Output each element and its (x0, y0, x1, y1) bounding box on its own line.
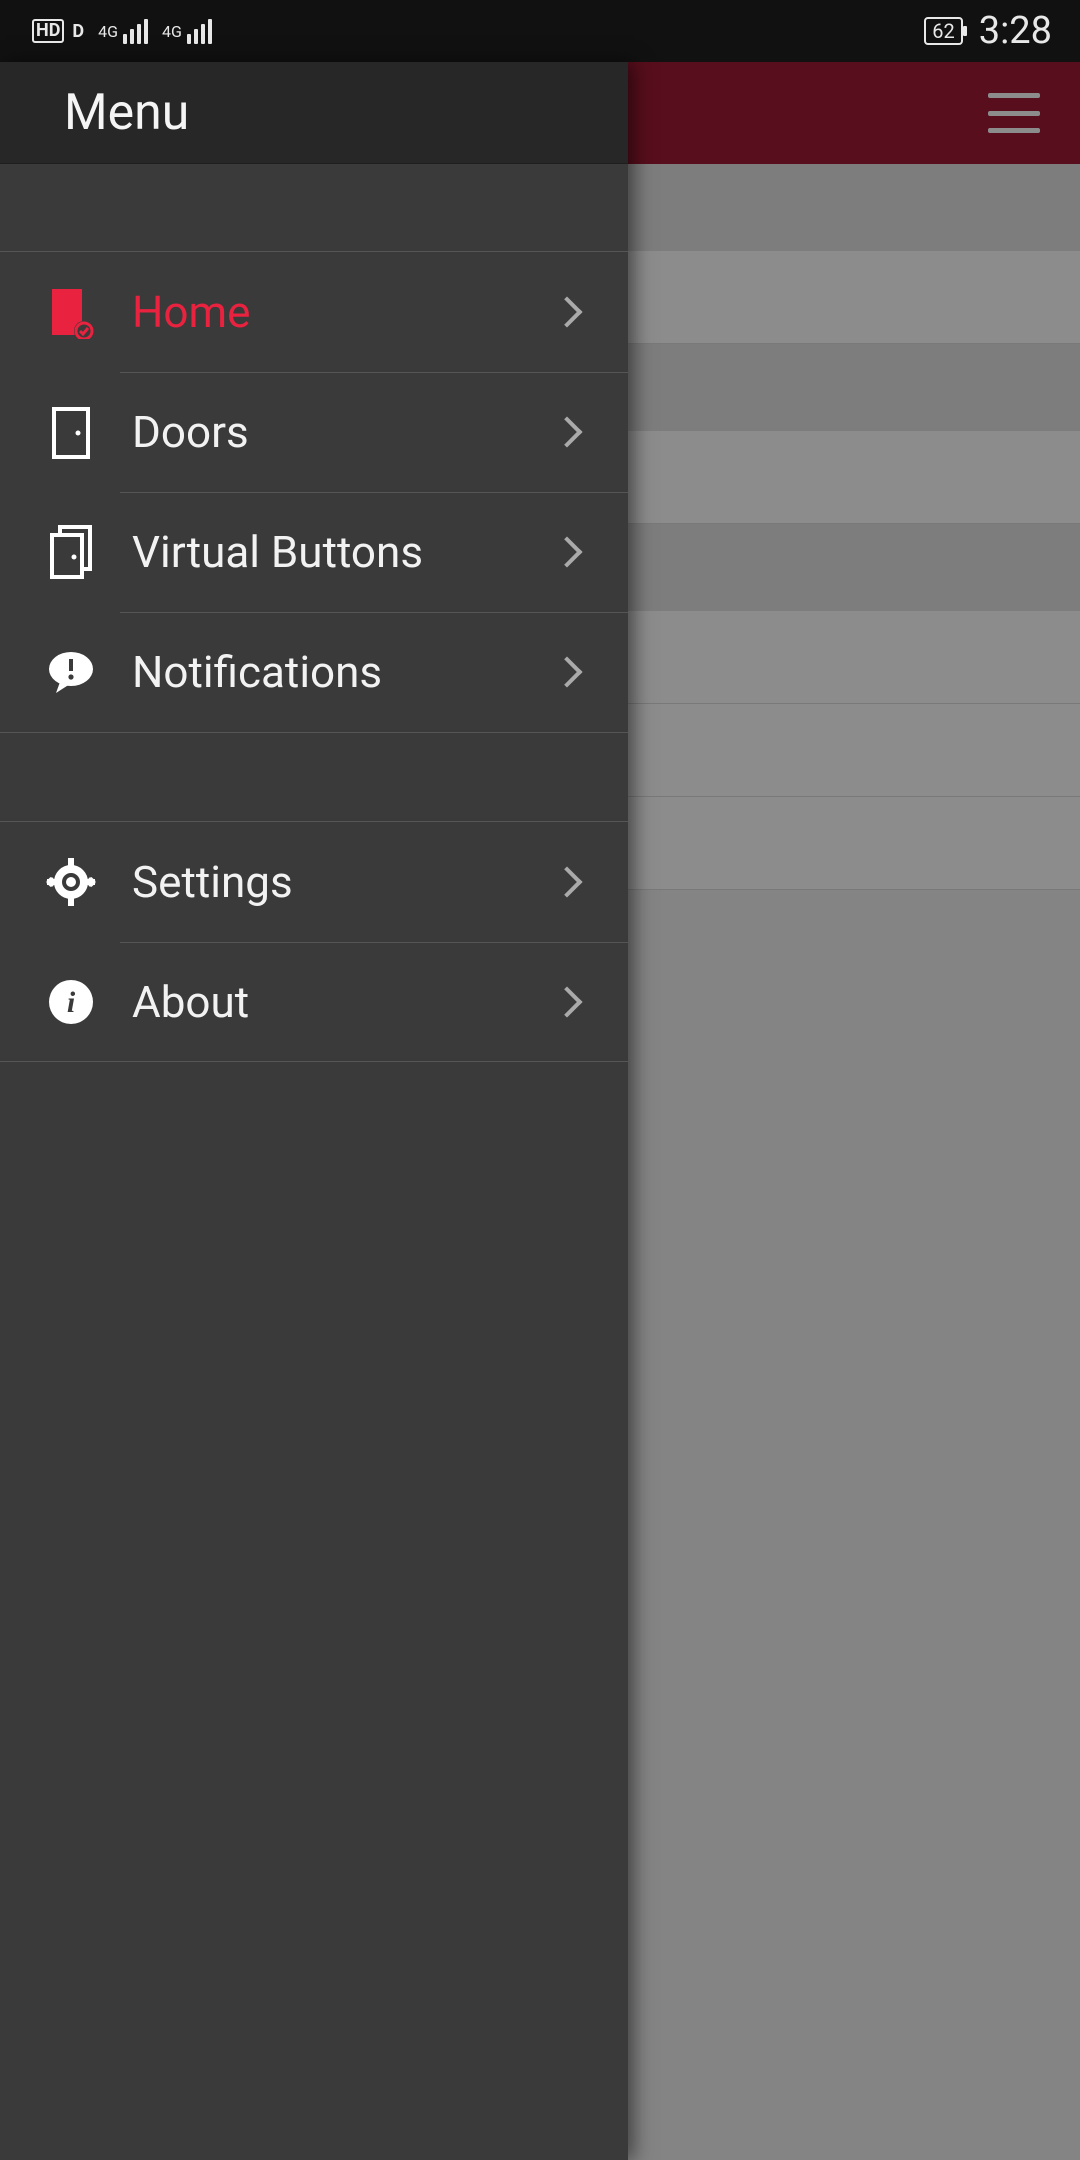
doors-stack-icon (44, 525, 98, 579)
drawer-divider (0, 732, 628, 822)
clock: 3:28 (979, 9, 1052, 53)
chevron-right-icon (551, 986, 582, 1017)
chevron-right-icon (551, 416, 582, 447)
status-right: 62 3:28 (924, 9, 1052, 53)
menu-item-notifications[interactable]: Notifications (0, 612, 628, 732)
menu-item-virtual-buttons[interactable]: Virtual Buttons (0, 492, 628, 612)
menu-label: Settings (132, 856, 556, 908)
signal-1-icon: 4G (98, 19, 148, 44)
menu-label: Home (132, 286, 556, 338)
chevron-right-icon (551, 656, 582, 687)
menu-item-doors[interactable]: Doors (0, 372, 628, 492)
menu-item-settings[interactable]: Settings (0, 822, 628, 942)
status-bar: HD D 4G 4G 62 3:28 (0, 0, 1080, 62)
menu-item-about[interactable]: i About (0, 942, 628, 1062)
door-icon (44, 405, 98, 459)
d-indicator: D (72, 21, 84, 42)
hd-indicator: HD (32, 19, 64, 43)
drawer-header: Menu (0, 62, 628, 164)
svg-text:i: i (67, 986, 76, 1019)
signal-2-icon: 4G (162, 19, 212, 44)
speech-alert-icon (44, 645, 98, 699)
menu-label: Virtual Buttons (132, 526, 556, 578)
drawer-title: Menu (64, 84, 189, 142)
menu-item-home[interactable]: Home (0, 252, 628, 372)
navigation-drawer: Menu Home Doors (0, 62, 628, 2160)
drawer-spacer (0, 164, 628, 252)
chevron-right-icon (551, 536, 582, 567)
info-icon: i (44, 975, 98, 1029)
chevron-right-icon (551, 296, 582, 327)
menu-label: About (132, 976, 556, 1028)
status-left: HD D 4G 4G (32, 19, 212, 44)
chevron-right-icon (551, 866, 582, 897)
battery-icon: 62 (924, 17, 962, 45)
menu-label: Doors (132, 406, 556, 458)
gear-icon (44, 855, 98, 909)
menu-label: Notifications (132, 646, 556, 698)
home-door-icon (44, 285, 98, 339)
